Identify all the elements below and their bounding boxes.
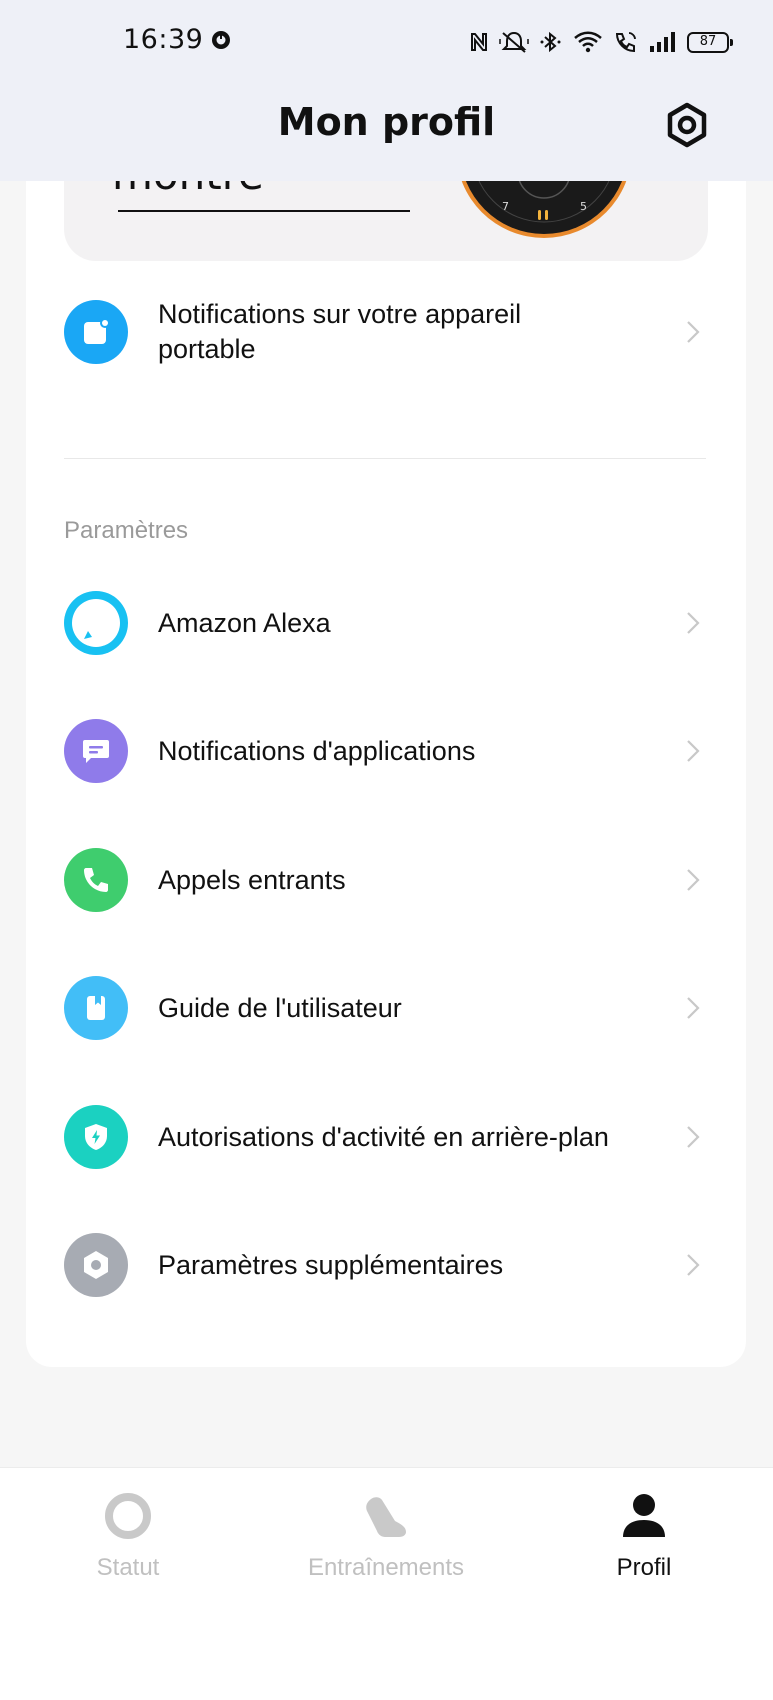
chevron-right-icon	[687, 612, 700, 634]
settings-item-label: Autorisations d'activité en arrière-plan	[158, 1121, 609, 1152]
profile-card: montre 7 5 Notifications sur votre appar…	[26, 120, 746, 1367]
settings-item-incoming-calls[interactable]: Appels entrants	[64, 840, 704, 920]
status-bar: 16:39 87	[0, 0, 773, 86]
settings-section-title: Paramètres	[64, 517, 189, 544]
status-time: 16:39	[123, 24, 204, 55]
chevron-right-icon	[687, 869, 700, 891]
device-notification-icon	[64, 300, 128, 364]
chevron-right-icon	[687, 1254, 700, 1276]
chevron-right-icon	[687, 1126, 700, 1148]
phone-icon	[64, 848, 128, 912]
settings-icon[interactable]	[664, 102, 710, 148]
device-notifications-row[interactable]: Notifications sur votre appareil portabl…	[64, 292, 704, 372]
alexa-icon	[64, 591, 128, 655]
bottom-nav: Statut Entraînements Profil	[0, 1467, 773, 1700]
signal-icon	[650, 32, 675, 52]
watch-panel-underline	[118, 210, 410, 212]
settings-item-label: Notifications d'applications	[158, 735, 476, 766]
settings-item-label: Amazon Alexa	[158, 607, 331, 638]
settings-item-amazon-alexa[interactable]: Amazon Alexa	[64, 583, 704, 663]
wifi-call-icon	[615, 32, 636, 53]
chevron-right-icon	[687, 740, 700, 762]
shield-icon	[64, 1105, 128, 1169]
page-title: Mon profil	[277, 100, 496, 144]
shoe-icon	[276, 1488, 496, 1544]
message-icon	[64, 719, 128, 783]
mute-icon	[499, 31, 529, 53]
chevron-right-icon	[687, 997, 700, 1019]
settings-item-user-guide[interactable]: Guide de l'utilisateur	[64, 968, 704, 1048]
tab-label: Entraînements	[307, 1554, 465, 1581]
settings-item-label: Appels entrants	[158, 864, 346, 895]
tab-label: Profil	[616, 1554, 672, 1581]
wifi-icon	[574, 31, 602, 53]
settings-item-label: Paramètres supplémentaires	[158, 1249, 504, 1280]
status-icons: 87	[469, 26, 733, 58]
book-icon	[64, 976, 128, 1040]
top-bar: 16:39 87 Mon profil	[0, 0, 773, 181]
settings-item-background-permissions[interactable]: Autorisations d'activité en arrière-plan	[64, 1097, 704, 1177]
tab-profil[interactable]: Profil	[534, 1488, 754, 1582]
nfc-icon	[471, 33, 487, 51]
device-notifications-label: Notifications sur votre appareil portabl…	[158, 299, 522, 364]
ring-icon	[18, 1488, 238, 1544]
settings-item-additional-settings[interactable]: Paramètres supplémentaires	[64, 1225, 704, 1305]
settings-item-label: Guide de l'utilisateur	[158, 992, 402, 1023]
settings-item-app-notifications[interactable]: Notifications d'applications	[64, 711, 704, 791]
tab-label: Statut	[96, 1554, 160, 1581]
bluetooth-icon	[540, 31, 561, 53]
person-icon	[534, 1488, 754, 1544]
divider	[64, 458, 706, 459]
tab-statut[interactable]: Statut	[18, 1488, 238, 1582]
battery-icon: 87	[687, 31, 733, 53]
hexagon-settings-icon	[64, 1233, 128, 1297]
chevron-right-icon	[687, 321, 700, 343]
watch-face-number-5: 5	[580, 200, 587, 213]
watch-face-number-7: 7	[502, 200, 509, 213]
tab-entrainements[interactable]: Entraînements	[276, 1488, 496, 1582]
app-notification-icon	[211, 30, 231, 54]
battery-level: 87	[699, 33, 717, 49]
